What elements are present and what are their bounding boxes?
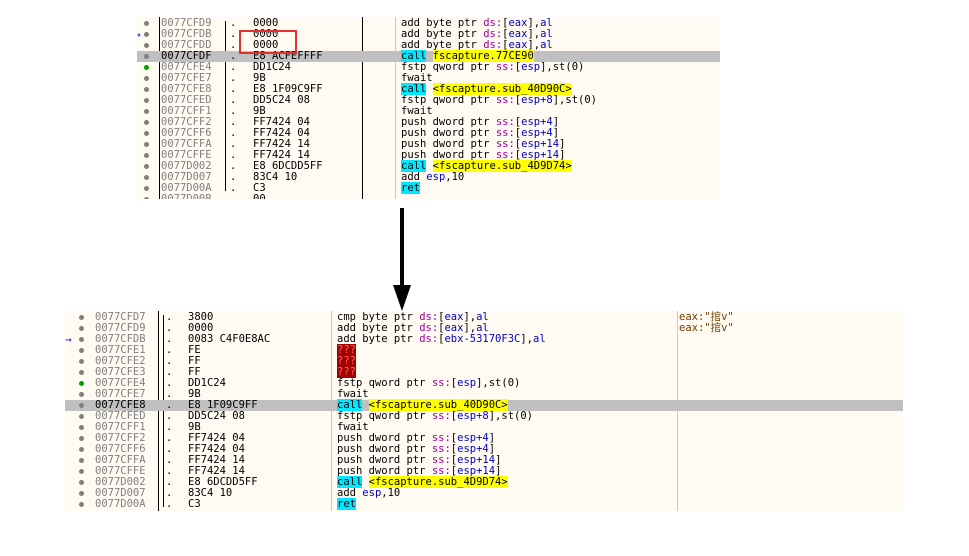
- instruction-token: ],: [520, 333, 533, 345]
- row-dot-icon[interactable]: [144, 164, 149, 169]
- instruction-token: esp: [457, 377, 477, 389]
- row-dot-icon[interactable]: [79, 502, 84, 507]
- row-dot-icon[interactable]: [144, 43, 149, 48]
- row-dot-icon[interactable]: [79, 458, 84, 463]
- row-dot-icon[interactable]: [144, 120, 149, 125]
- instruction-row[interactable]: 0077D00B. 00: [137, 194, 720, 199]
- row-dot-icon[interactable]: [79, 392, 84, 397]
- row-dot-icon[interactable]: [144, 197, 149, 199]
- row-dot-icon[interactable]: [144, 76, 149, 81]
- row-dot-icon[interactable]: [144, 153, 149, 158]
- eip-arrow-icon: →: [137, 28, 141, 41]
- comment-cell: eax:"捾v": [679, 322, 734, 334]
- instruction-token: ds:: [419, 333, 439, 345]
- row-dot-icon[interactable]: [79, 348, 84, 353]
- row-dot-icon[interactable]: [79, 370, 84, 375]
- instruction-row[interactable]: 0077D00A. C3 ret: [137, 182, 720, 194]
- instruction-cell: add byte ptr ds:[ebx-53170F3C],al: [337, 334, 546, 345]
- instruction-token: esp: [521, 61, 541, 73]
- address-cell: 0077D00A: [95, 498, 146, 510]
- row-dot-icon[interactable]: [79, 469, 84, 474]
- highlight-box: [239, 30, 297, 54]
- instruction-cell: ret: [337, 498, 356, 510]
- instruction-token: ss:: [431, 377, 451, 389]
- eip-arrow-icon: →: [65, 333, 72, 346]
- flow-marker: .: [230, 193, 237, 200]
- row-dot-icon[interactable]: [144, 109, 149, 114]
- flow-marker: .: [166, 498, 173, 510]
- row-dot-icon[interactable]: [79, 403, 84, 408]
- instruction-token: ret: [401, 182, 420, 194]
- down-arrow-icon: [393, 285, 411, 311]
- row-dot-icon[interactable]: [144, 32, 149, 37]
- address-cell: 0077D00B: [161, 193, 212, 200]
- breakpoint-dot-icon[interactable]: [144, 65, 149, 70]
- row-dot-icon[interactable]: [79, 359, 84, 364]
- instruction-token: ],st(0): [552, 94, 597, 106]
- bytes-cell: 00: [253, 193, 266, 200]
- row-dot-icon[interactable]: [79, 425, 84, 430]
- instruction-token: al: [540, 39, 553, 51]
- row-dot-icon[interactable]: [79, 480, 84, 485]
- instruction-token: ,10: [381, 487, 401, 499]
- breakpoint-dot-icon[interactable]: [79, 381, 84, 386]
- row-dot-icon[interactable]: [144, 131, 149, 136]
- instruction-token: ],st(0): [476, 377, 521, 389]
- row-dot-icon[interactable]: [144, 87, 149, 92]
- row-dot-icon[interactable]: [144, 21, 149, 26]
- instruction-token: ss:: [495, 94, 515, 106]
- instruction-token: esp: [426, 171, 446, 183]
- instruction-token: ,10: [445, 171, 465, 183]
- row-dot-icon[interactable]: [79, 414, 84, 419]
- bytes-cell: C3: [188, 498, 201, 510]
- instruction-token: esp+8: [457, 410, 489, 422]
- disassembly-panel-bottom[interactable]: 0077CFD7. 3800 cmp byte ptr ds:[eax],al eax…: [65, 311, 903, 511]
- row-dot-icon[interactable]: [144, 54, 149, 59]
- instruction-token: ret: [337, 498, 356, 510]
- instruction-token: ],st(0): [488, 410, 533, 422]
- instruction-token: ],st(0): [540, 61, 585, 73]
- row-dot-icon[interactable]: [144, 98, 149, 103]
- row-dot-icon[interactable]: [144, 186, 149, 191]
- row-dot-icon[interactable]: [79, 491, 84, 496]
- row-dot-icon[interactable]: [79, 337, 84, 342]
- instruction-token: esp+8: [521, 94, 553, 106]
- instruction-token: ss:: [431, 410, 451, 422]
- row-dot-icon[interactable]: [79, 326, 84, 331]
- row-dot-icon[interactable]: [79, 436, 84, 441]
- row-dot-icon[interactable]: [79, 447, 84, 452]
- row-dot-icon[interactable]: [144, 142, 149, 147]
- instruction-token: al: [533, 333, 546, 345]
- instruction-token: esp: [362, 487, 382, 499]
- instruction-token: ebx-53170F3C: [444, 333, 521, 345]
- instruction-row[interactable]: 0077D00A. C3 ret: [65, 498, 903, 510]
- row-dot-icon[interactable]: [144, 175, 149, 180]
- instruction-cell: ret: [401, 182, 420, 194]
- instruction-token: ss:: [495, 61, 515, 73]
- disassembly-panel-top[interactable]: 0077CFD9. 0000 add byte ptr ds:[eax],al → 00…: [137, 17, 720, 199]
- row-dot-icon[interactable]: [79, 315, 84, 320]
- instruction-row[interactable]: 0077D007. 83C4 10 add esp,10: [137, 172, 720, 183]
